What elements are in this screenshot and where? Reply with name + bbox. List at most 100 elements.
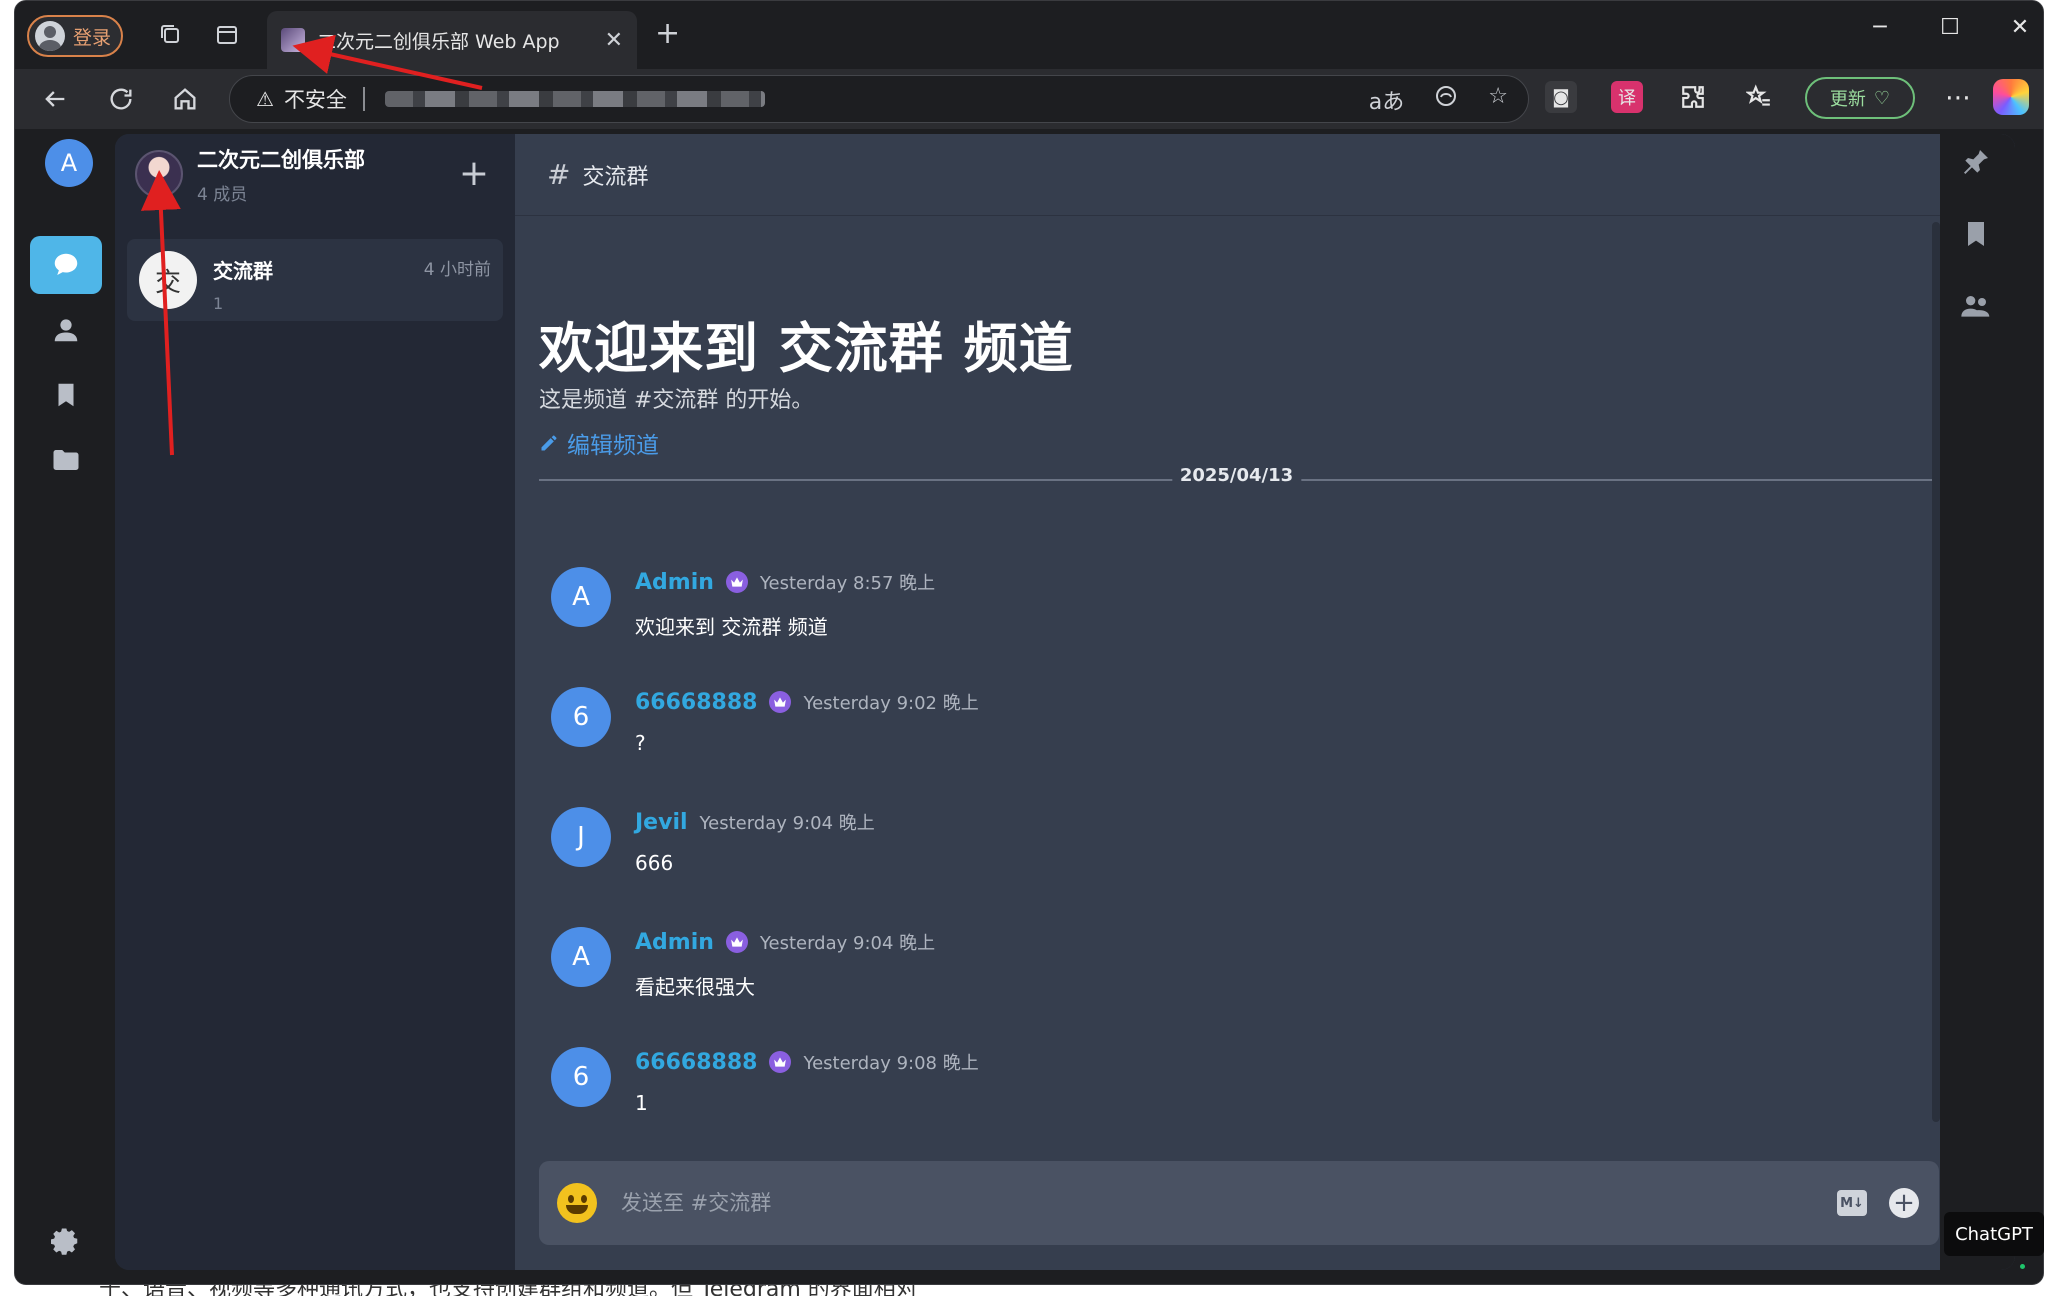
edge-icon[interactable] bbox=[1434, 84, 1458, 116]
message-text: 欢迎来到 交流群 频道 bbox=[635, 615, 828, 639]
home-icon[interactable] bbox=[167, 81, 203, 117]
chat-nav-icon[interactable] bbox=[30, 236, 102, 294]
update-label: 更新 bbox=[1829, 89, 1866, 110]
tab-close-icon[interactable]: ✕ bbox=[605, 28, 623, 53]
message-composer: M↓ + bbox=[539, 1161, 1939, 1245]
favorites-icon[interactable] bbox=[1743, 81, 1775, 113]
files-nav-icon[interactable] bbox=[30, 431, 102, 489]
add-channel-icon[interactable]: + bbox=[459, 156, 489, 192]
pin-icon[interactable] bbox=[1960, 146, 1992, 178]
message-text: 666 bbox=[635, 851, 674, 875]
back-icon[interactable] bbox=[37, 81, 73, 117]
message-timestamp: Yesterday 9:04 晚上 bbox=[759, 933, 936, 954]
message-username[interactable]: Jevil bbox=[635, 810, 688, 835]
welcome-subtitle: 这是频道 #交流群 的开始。 bbox=[539, 388, 814, 413]
message-timestamp: Yesterday 9:02 晚上 bbox=[803, 693, 979, 714]
message-timestamp: Yesterday 9:08 晚上 bbox=[803, 1053, 979, 1074]
channel-list-item[interactable]: 交 交流群 1 4 小时前 bbox=[127, 239, 503, 321]
active-tab[interactable]: 二次元二创俱乐部 Web App ✕ bbox=[267, 11, 637, 69]
warning-icon[interactable]: ⚠ bbox=[256, 87, 274, 111]
background-page-text: 于、语音、视频等多种通讯方式，也支持创建群组和频道。但 Telegram 的界面… bbox=[14, 1285, 2044, 1296]
group-member-count: 4 成员 bbox=[197, 184, 248, 205]
message-text: ? bbox=[635, 731, 646, 755]
crown-icon bbox=[725, 571, 748, 593]
chatgpt-button[interactable]: ChatGPT bbox=[1944, 1212, 2044, 1256]
profile-label: 登录 bbox=[73, 26, 112, 49]
message-avatar[interactable]: J bbox=[551, 807, 611, 867]
tab-actions-icon[interactable] bbox=[211, 19, 243, 51]
channel-view: # 交流群 欢迎来到 交流群 频道 这是频道 #交流群 的开始。 编辑频道 20… bbox=[515, 134, 2015, 1270]
extension-mask-icon[interactable]: ◙ bbox=[1545, 81, 1577, 113]
bookmarks-nav-icon[interactable] bbox=[30, 366, 102, 424]
heart-icon: ♡ bbox=[1873, 87, 1891, 109]
settings-gear-icon[interactable] bbox=[51, 1226, 81, 1256]
tab-title: 二次元二创俱乐部 Web App bbox=[317, 30, 560, 53]
message-username[interactable]: Admin bbox=[635, 570, 714, 595]
maximize-icon[interactable]: ☐ bbox=[1930, 15, 1970, 40]
channel-sidebar: 二次元二创俱乐部 4 成员 + 交 交流群 1 4 小时前 bbox=[115, 134, 515, 1270]
message-username[interactable]: 66668888 bbox=[635, 690, 757, 715]
date-divider: 2025/04/13 bbox=[539, 465, 1934, 486]
contacts-nav-icon[interactable] bbox=[30, 301, 102, 359]
channel-avatar: 交 bbox=[139, 251, 197, 309]
favorite-star-icon[interactable]: ☆ bbox=[1488, 84, 1508, 116]
message-avatar[interactable]: 6 bbox=[551, 687, 611, 747]
group-avatar[interactable] bbox=[135, 150, 183, 198]
blurred-url[interactable] bbox=[384, 91, 765, 107]
pencil-icon bbox=[541, 435, 557, 451]
channel-header-title: 交流群 bbox=[582, 164, 649, 190]
user-avatar[interactable]: A bbox=[45, 139, 93, 187]
more-menu-icon[interactable]: ⋯ bbox=[1945, 83, 1971, 113]
crown-icon bbox=[769, 691, 792, 713]
collections-icon[interactable] bbox=[155, 19, 187, 51]
bookmark-icon[interactable] bbox=[1960, 218, 1992, 250]
markdown-icon[interactable]: M↓ bbox=[1837, 1190, 1867, 1216]
message-timestamp: Yesterday 8:57 晚上 bbox=[759, 573, 936, 594]
attach-plus-icon[interactable]: + bbox=[1889, 1188, 1919, 1218]
address-separator bbox=[362, 87, 365, 111]
hash-icon: # bbox=[547, 158, 571, 191]
copilot-icon[interactable] bbox=[1993, 79, 2029, 115]
edit-channel-label: 编辑频道 bbox=[567, 433, 659, 459]
group-header[interactable]: 二次元二创俱乐部 4 成员 + bbox=[115, 134, 515, 214]
new-tab-icon[interactable]: + bbox=[655, 19, 680, 49]
channel-header: # 交流群 bbox=[515, 134, 2015, 216]
group-name: 二次元二创俱乐部 bbox=[197, 147, 365, 172]
message-avatar[interactable]: 6 bbox=[551, 1047, 611, 1107]
channel-time: 4 小时前 bbox=[423, 260, 491, 280]
welcome-title: 欢迎来到 交流群 频道 bbox=[539, 317, 1074, 380]
message-avatar[interactable]: A bbox=[551, 567, 611, 627]
extensions-icon[interactable] bbox=[1677, 81, 1709, 113]
minimize-icon[interactable]: ─ bbox=[1860, 15, 1900, 40]
right-toolbar bbox=[1940, 134, 2015, 1270]
refresh-icon[interactable] bbox=[103, 81, 139, 117]
chatgpt-status-dot bbox=[2020, 1264, 2025, 1269]
address-bar[interactable]: ⚠ 不安全 aあ ☆ bbox=[229, 75, 1529, 123]
web-app: A 二次元二创俱乐部 4 成员 + 交 交流群 1 4 小时前 # 交流群 欢迎… bbox=[15, 129, 2043, 1284]
channel-unread: 1 bbox=[213, 294, 224, 313]
crown-icon bbox=[725, 931, 748, 953]
chat-panel: 二次元二创俱乐部 4 成员 + 交 交流群 1 4 小时前 # 交流群 欢迎来到… bbox=[115, 134, 2015, 1270]
tab-bar: 登录 二次元二创俱乐部 Web App ✕ + ─ ☐ ✕ bbox=[15, 1, 2043, 69]
browser-window: 登录 二次元二创俱乐部 Web App ✕ + ─ ☐ ✕ ⚠ 不安全 aあ ☆… bbox=[14, 0, 2044, 1285]
nav-rail: A bbox=[15, 129, 115, 1284]
message-username[interactable]: Admin bbox=[635, 930, 714, 955]
emoji-icon[interactable] bbox=[557, 1183, 597, 1223]
message-avatar[interactable]: A bbox=[551, 927, 611, 987]
message-input[interactable] bbox=[621, 1191, 1837, 1215]
close-window-icon[interactable]: ✕ bbox=[2000, 15, 2040, 40]
channel-name: 交流群 bbox=[213, 259, 273, 283]
profile-button[interactable]: 登录 bbox=[27, 15, 123, 57]
members-icon[interactable] bbox=[1960, 290, 1992, 322]
tab-favicon-icon bbox=[281, 28, 305, 52]
message-text: 看起来很强大 bbox=[635, 975, 755, 999]
message-timestamp: Yesterday 9:04 晚上 bbox=[699, 813, 875, 834]
edit-channel-link[interactable]: 编辑频道 bbox=[539, 426, 659, 460]
read-aloud-icon[interactable]: aあ bbox=[1369, 84, 1404, 116]
date-label: 2025/04/13 bbox=[1171, 465, 1302, 486]
update-button[interactable]: 更新 ♡ bbox=[1805, 77, 1915, 119]
extension-translate-icon[interactable]: 译 bbox=[1611, 81, 1643, 113]
message-username[interactable]: 66668888 bbox=[635, 1050, 757, 1075]
insecure-label[interactable]: 不安全 bbox=[284, 84, 347, 114]
scrollbar[interactable] bbox=[1932, 222, 1940, 1122]
